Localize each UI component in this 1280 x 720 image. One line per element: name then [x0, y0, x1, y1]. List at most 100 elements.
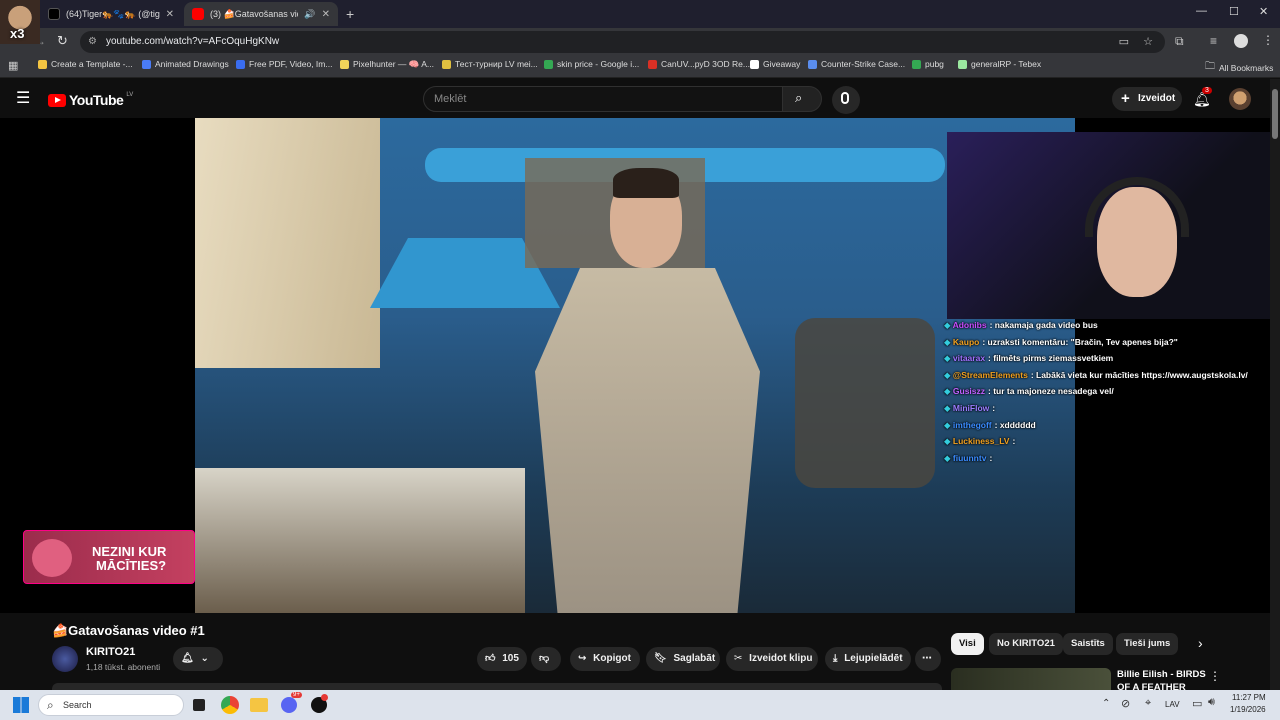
- channel-avatar[interactable]: [52, 646, 78, 672]
- minimize-button[interactable]: —: [1196, 5, 1207, 17]
- chat-message: ◆ fiuunntv:: [944, 453, 992, 464]
- chip-related[interactable]: Saistīts: [1063, 633, 1113, 655]
- badge-icon: ◆: [944, 353, 953, 363]
- chat-text: : nakamaja gada video bus: [989, 320, 1098, 330]
- site-info-icon[interactable]: ⚙: [88, 31, 97, 53]
- bookmark-item[interactable]: Pixelhunter — 🧠 A...: [340, 59, 434, 70]
- related-title-2[interactable]: OF A FEATHER: [1117, 682, 1186, 690]
- all-bookmarks[interactable]: 🗀 All Bookmarks: [1205, 59, 1273, 76]
- display-icon[interactable]: ▭: [1192, 697, 1202, 710]
- chat-text: :: [992, 403, 996, 413]
- chat-text: : filmēts pirms ziemassvetkiem: [988, 353, 1114, 363]
- youtube-play-icon: [48, 93, 66, 107]
- chat-message: ◆ Kaupo: uzraksti komentāru: "Bračin, Te…: [944, 337, 1178, 348]
- share-button[interactable]: ↪ Kopigot: [570, 647, 640, 671]
- scrollbar-thumb[interactable]: [1272, 89, 1278, 139]
- search-input[interactable]: Meklēt: [423, 86, 783, 112]
- related-thumbnail[interactable]: [951, 668, 1111, 690]
- task-view-icon[interactable]: [193, 699, 205, 711]
- promo-line-2: MĀCĪTIES?: [96, 558, 167, 573]
- chat-username: Adonibs: [952, 320, 987, 330]
- search-button[interactable]: ⌕: [782, 86, 822, 112]
- bookmark-star-icon[interactable]: ☆: [1143, 31, 1153, 53]
- close-icon[interactable]: ✕: [322, 9, 330, 20]
- save-label: Saglabāt: [673, 653, 716, 664]
- download-icon: ⤓: [833, 653, 838, 664]
- bookmark-item[interactable]: CanUV...pyD 3OD Re...: [648, 59, 750, 69]
- youtube-logo[interactable]: YouTube LV: [48, 92, 133, 108]
- network-off-icon[interactable]: ⊘: [1121, 697, 1130, 710]
- close-icon[interactable]: ✕: [166, 9, 174, 20]
- like-button[interactable]: 👍︎ 105: [477, 647, 527, 671]
- voice-search-button[interactable]: [832, 86, 860, 114]
- video-player[interactable]: NEZINI KUR MĀCĪTIES?: [0, 118, 1280, 613]
- promo-banner[interactable]: NEZINI KUR MĀCĪTIES?: [23, 530, 195, 584]
- all-bookmarks-label: All Bookmarks: [1219, 62, 1274, 73]
- bookmark-item[interactable]: pubg: [912, 59, 944, 69]
- notifications-button[interactable]: 🔔︎ 3: [1193, 87, 1212, 109]
- chat-username: Luckiness_LV: [952, 436, 1010, 446]
- volume-icon[interactable]: 🔊︎: [1208, 696, 1215, 709]
- language-indicator[interactable]: LAV: [1165, 700, 1180, 709]
- chat-message: ◆ Luckiness_LV:: [944, 436, 1015, 447]
- chrome-icon[interactable]: [221, 696, 239, 714]
- maximize-button[interactable]: ☐: [1229, 5, 1239, 18]
- chrome-menu-icon[interactable]: ⋮: [1262, 33, 1274, 47]
- profile-avatar[interactable]: [1234, 34, 1248, 48]
- folder-icon: 🗀: [1205, 61, 1215, 72]
- chip-for-you[interactable]: Tieši jums: [1116, 633, 1179, 655]
- apps-grid-icon[interactable]: ▦: [8, 59, 18, 72]
- tab-title: (64)Tiger🐅🐾🐅 (@tiger1398: [66, 8, 160, 19]
- file-explorer-icon[interactable]: [250, 698, 268, 712]
- bookmark-item[interactable]: Create a Template -...: [38, 59, 133, 69]
- bookmark-item[interactable]: generalRP - Tebex: [958, 59, 1041, 69]
- more-vertical-icon[interactable]: ⋮: [1209, 669, 1221, 683]
- location-icon[interactable]: ⌖: [1145, 697, 1151, 710]
- bookmark-item[interactable]: Тест-турнир LV mei...: [442, 59, 538, 69]
- download-button[interactable]: ⤓ Lejupielādēt: [825, 647, 911, 671]
- tray-chevron-icon[interactable]: ⌃: [1102, 698, 1110, 709]
- page-scrollbar[interactable]: [1270, 79, 1280, 690]
- media-icon[interactable]: ≡: [1210, 34, 1217, 48]
- windows-start-icon[interactable]: [13, 697, 29, 713]
- clock-time[interactable]: 11:27 PM: [1232, 693, 1266, 702]
- person-tshirt: [535, 268, 760, 613]
- speaker-icon[interactable]: 🔊: [304, 9, 315, 20]
- browser-tab-active[interactable]: (3) 🍰Gatavošanas video # 🔊 ✕: [184, 2, 338, 26]
- browser-tab[interactable]: (64)Tiger🐅🐾🐅 (@tiger1398 ✕: [40, 2, 182, 26]
- chat-username: @StreamElements: [952, 370, 1028, 380]
- taskbar-search[interactable]: ⌕ Search: [38, 694, 184, 716]
- reload-icon[interactable]: ↻: [57, 33, 68, 49]
- bookmark-label: skin price - Google i...: [557, 59, 640, 69]
- discord-icon[interactable]: [281, 697, 297, 713]
- bookmark-item[interactable]: Free PDF, Video, Im...: [236, 59, 332, 69]
- chip-all[interactable]: Visi: [951, 633, 984, 655]
- chip-from-channel[interactable]: No KIRITO21: [989, 633, 1063, 655]
- discord-badge: 9+: [291, 692, 302, 698]
- close-window-button[interactable]: ✕: [1259, 5, 1268, 18]
- search-placeholder: Meklēt: [434, 93, 467, 105]
- subscribe-bell-button[interactable]: 🔔︎ ⌄: [173, 647, 223, 671]
- bookmark-item[interactable]: skin price - Google i...: [544, 59, 639, 69]
- chat-username: Kaupo: [952, 337, 980, 347]
- chevron-right-icon[interactable]: ›: [1198, 635, 1203, 651]
- dislike-button[interactable]: 👎︎: [531, 647, 561, 671]
- save-button[interactable]: 🔖︎ Saglabāt: [646, 647, 720, 671]
- clip-button[interactable]: ✂ Izveidot klipu: [726, 647, 818, 671]
- url-input[interactable]: ⚙ youtube.com/watch?v=AFcOquHgKNw ▭ ☆: [80, 31, 1165, 53]
- more-actions-button[interactable]: ⋯: [915, 647, 941, 671]
- user-avatar[interactable]: [1229, 88, 1251, 110]
- badge-icon: ◆: [944, 386, 953, 396]
- bookmark-item[interactable]: Counter-Strike Case...: [808, 59, 905, 69]
- new-tab-button[interactable]: +: [346, 6, 354, 22]
- channel-name[interactable]: KIRITO21: [86, 646, 135, 658]
- bookmark-item[interactable]: Giveaway: [750, 59, 800, 69]
- clock-date[interactable]: 1/19/2026: [1230, 705, 1266, 714]
- bookmark-item[interactable]: Animated Drawings: [142, 59, 229, 69]
- related-title-1[interactable]: Billie Eilish - BIRDS: [1117, 669, 1206, 680]
- extensions-icon[interactable]: ⧉: [1175, 34, 1184, 49]
- hamburger-menu-icon[interactable]: ☰: [16, 88, 30, 108]
- create-button[interactable]: + Izveidot: [1112, 87, 1182, 111]
- cast-icon[interactable]: ▭: [1119, 31, 1129, 53]
- chat-text: : xdddddd: [994, 420, 1036, 430]
